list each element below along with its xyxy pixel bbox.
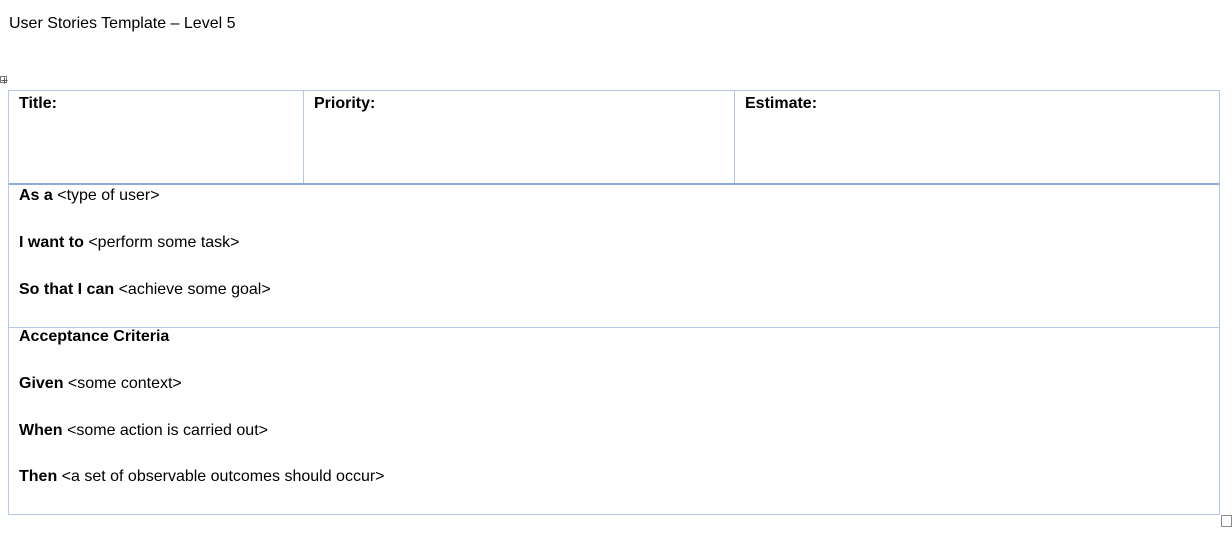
estimate-label: Estimate:	[745, 95, 818, 112]
table-resize-icon[interactable]	[1221, 515, 1232, 527]
move-arrows-icon	[1, 77, 8, 84]
given-line: Given <some context>	[19, 373, 182, 395]
then-value: <a set of observable outcomes should occ…	[57, 468, 385, 485]
as-a-value: <type of user>	[52, 187, 160, 204]
then-line: Then <a set of observable outcomes shoul…	[19, 466, 385, 488]
story-cell[interactable]: As a <type of user> I want to <perform s…	[9, 185, 1219, 328]
so-that-line: So that I can <achieve some goal>	[19, 279, 271, 301]
then-label: Then	[19, 468, 58, 485]
estimate-cell[interactable]: Estimate:	[735, 91, 1219, 183]
user-story-table: Title: Priority: Estimate: As a <type of…	[8, 90, 1220, 515]
so-that-value: <achieve some goal>	[114, 281, 271, 298]
acceptance-criteria-label: Acceptance Criteria	[19, 328, 170, 345]
priority-cell[interactable]: Priority:	[304, 91, 735, 183]
title-label: Title:	[19, 95, 57, 112]
priority-label: Priority:	[314, 95, 376, 112]
when-line: When <some action is carried out>	[19, 420, 268, 442]
want-value: <perform some task>	[83, 234, 240, 251]
acceptance-criteria-cell[interactable]: Acceptance Criteria Given <some context>…	[9, 328, 1219, 514]
document-title: User Stories Template – Level 5	[9, 15, 236, 32]
as-a-label: As a	[19, 187, 53, 204]
as-a-line: As a <type of user>	[19, 185, 160, 207]
want-label: I want to	[19, 234, 84, 251]
table-header-row: Title: Priority: Estimate:	[9, 91, 1219, 185]
title-cell[interactable]: Title:	[9, 91, 304, 183]
when-label: When	[19, 422, 63, 439]
table-move-icon[interactable]	[0, 76, 8, 84]
when-value: <some action is carried out>	[62, 422, 268, 439]
given-label: Given	[19, 375, 64, 392]
given-value: <some context>	[63, 375, 182, 392]
so-that-label: So that I can	[19, 281, 115, 298]
acceptance-criteria-heading: Acceptance Criteria	[19, 326, 169, 348]
want-line: I want to <perform some task>	[19, 232, 240, 254]
